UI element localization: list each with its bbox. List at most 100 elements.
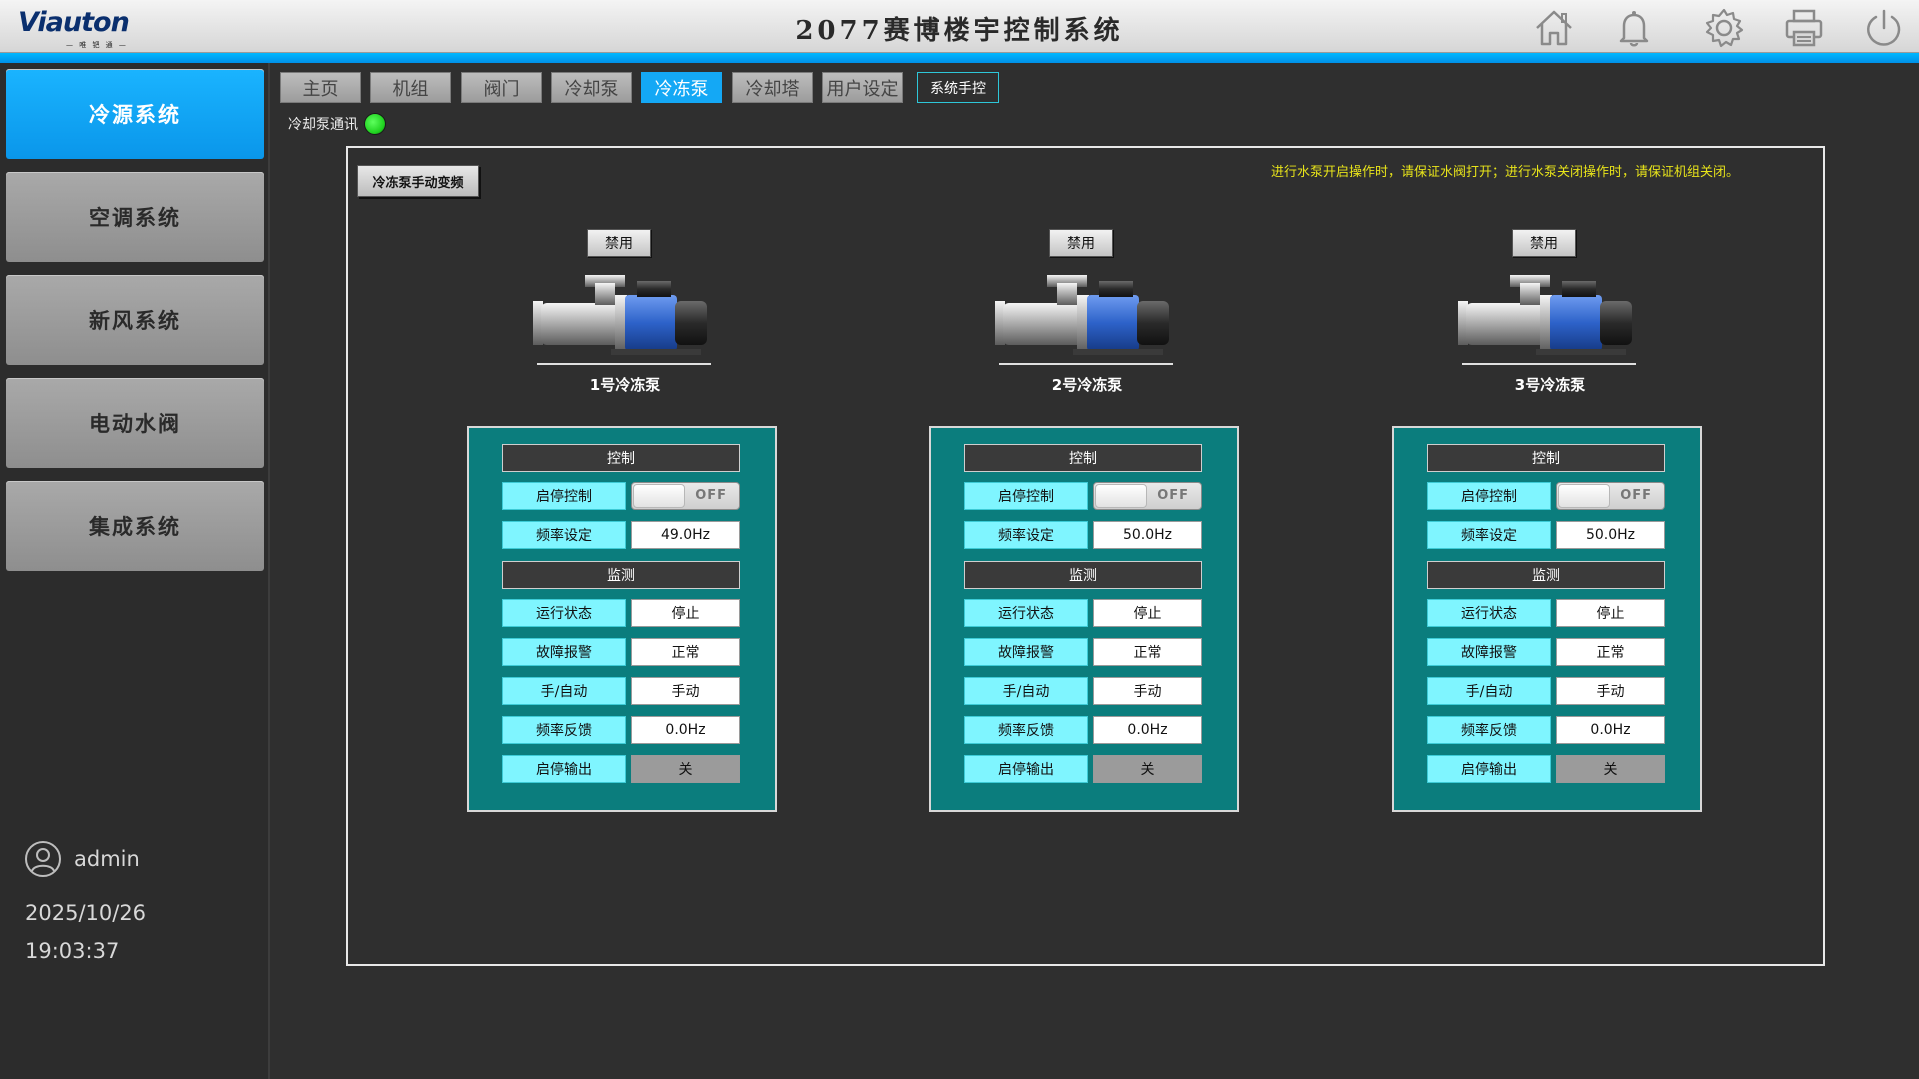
disable-button[interactable]: 禁用 bbox=[587, 229, 651, 257]
tab-cooling-tower[interactable]: 冷却塔 bbox=[732, 72, 813, 103]
pump-icon bbox=[995, 275, 1169, 355]
fault-row: 故障报警 正常 bbox=[502, 638, 740, 666]
current-date: 2025/10/26 bbox=[25, 901, 147, 925]
start-stop-label: 启停控制 bbox=[1427, 482, 1551, 510]
monitor-section-title: 监测 bbox=[1427, 561, 1665, 589]
output-value: 关 bbox=[1093, 755, 1202, 783]
printer-icon[interactable] bbox=[1782, 6, 1826, 50]
tab-system-manual[interactable]: 系统手控 bbox=[917, 72, 999, 103]
mode-row: 手/自动 手动 bbox=[1427, 677, 1665, 705]
disable-button[interactable]: 禁用 bbox=[1049, 229, 1113, 257]
header-accent-stripe bbox=[0, 53, 1919, 63]
output-value: 关 bbox=[631, 755, 740, 783]
run-state-row: 运行状态 停止 bbox=[1427, 599, 1665, 627]
freq-feedback-label: 频率反馈 bbox=[1427, 716, 1551, 744]
mode-row: 手/自动 手动 bbox=[502, 677, 740, 705]
pump-block-1: 禁用 1号冷冻泵 bbox=[525, 227, 745, 402]
freq-set-row: 频率设定 50.0Hz bbox=[964, 521, 1202, 549]
run-state-value: 停止 bbox=[1093, 599, 1202, 627]
pump-panel-3: 控制 启停控制 OFF 频率设定 50.0Hz 监测 运行状态 停止 故障报警 … bbox=[1392, 426, 1702, 812]
start-stop-toggle[interactable]: OFF bbox=[1556, 482, 1665, 510]
sidebar-item-electric-valve[interactable]: 电动水阀 bbox=[6, 378, 264, 468]
pump-name: 1号冷冻泵 bbox=[589, 376, 661, 394]
header-bar: Viauton — 唯 钯 通 — 2077赛博楼宇控制系统 bbox=[0, 0, 1919, 53]
monitor-section-title: 监测 bbox=[502, 561, 740, 589]
start-stop-row: 启停控制 OFF bbox=[1427, 482, 1665, 510]
freq-set-row: 频率设定 49.0Hz bbox=[502, 521, 740, 549]
freq-set-input[interactable]: 49.0Hz bbox=[631, 521, 740, 549]
freq-feedback-label: 频率反馈 bbox=[964, 716, 1088, 744]
run-state-label: 运行状态 bbox=[502, 599, 626, 627]
tab-chiller-unit[interactable]: 机组 bbox=[370, 72, 451, 103]
toggle-state: OFF bbox=[1157, 488, 1189, 503]
toggle-knob bbox=[1095, 484, 1147, 508]
fault-value: 正常 bbox=[1093, 638, 1202, 666]
operation-notice: 进行水泵开启操作时，请保证水阀打开；进行水泵关闭操作时，请保证机组关闭。 bbox=[1271, 165, 1740, 180]
mode-label: 手/自动 bbox=[502, 677, 626, 705]
run-state-label: 运行状态 bbox=[964, 599, 1088, 627]
tab-user-settings[interactable]: 用户设定 bbox=[822, 72, 903, 103]
sidebar-item-air-conditioning[interactable]: 空调系统 bbox=[6, 172, 264, 262]
pump-icon bbox=[533, 275, 707, 355]
start-stop-toggle[interactable]: OFF bbox=[631, 482, 740, 510]
current-time: 19:03:37 bbox=[25, 939, 120, 963]
fault-label: 故障报警 bbox=[502, 638, 626, 666]
control-section-title: 控制 bbox=[1427, 444, 1665, 472]
bell-icon[interactable] bbox=[1612, 6, 1656, 50]
toggle-knob bbox=[1558, 484, 1610, 508]
user-info: admin bbox=[24, 840, 140, 878]
freq-set-label: 频率设定 bbox=[502, 521, 626, 549]
gear-icon[interactable] bbox=[1702, 6, 1746, 50]
run-state-row: 运行状态 停止 bbox=[964, 599, 1202, 627]
output-value: 关 bbox=[1556, 755, 1665, 783]
pump-name: 2号冷冻泵 bbox=[1051, 376, 1123, 394]
control-section-title: 控制 bbox=[964, 444, 1202, 472]
mode-value: 手动 bbox=[1556, 677, 1665, 705]
output-label: 启停输出 bbox=[502, 755, 626, 783]
pump-baseline bbox=[537, 363, 711, 365]
sidebar-item-cold-source[interactable]: 冷源系统 bbox=[6, 69, 264, 159]
disable-button[interactable]: 禁用 bbox=[1512, 229, 1576, 257]
sidebar-item-integrated[interactable]: 集成系统 bbox=[6, 481, 264, 571]
pump-block-3: 禁用 3号冷冻泵 bbox=[1450, 227, 1670, 402]
start-stop-row: 启停控制 OFF bbox=[502, 482, 740, 510]
home-icon[interactable] bbox=[1532, 6, 1576, 50]
mode-row: 手/自动 手动 bbox=[964, 677, 1202, 705]
tab-cooling-pump[interactable]: 冷却泵 bbox=[551, 72, 632, 103]
mode-label: 手/自动 bbox=[964, 677, 1088, 705]
run-state-label: 运行状态 bbox=[1427, 599, 1551, 627]
run-state-value: 停止 bbox=[631, 599, 740, 627]
freq-feedback-row: 频率反馈 0.0Hz bbox=[502, 716, 740, 744]
control-section-title: 控制 bbox=[502, 444, 740, 472]
comm-label: 冷却泵通讯 bbox=[288, 117, 358, 133]
fault-label: 故障报警 bbox=[1427, 638, 1551, 666]
sidebar-item-fresh-air[interactable]: 新风系统 bbox=[6, 275, 264, 365]
freq-set-row: 频率设定 50.0Hz bbox=[1427, 521, 1665, 549]
run-state-row: 运行状态 停止 bbox=[502, 599, 740, 627]
manual-freq-button[interactable]: 冷冻泵手动变频 bbox=[357, 165, 479, 197]
start-stop-toggle[interactable]: OFF bbox=[1093, 482, 1202, 510]
monitor-section-title: 监测 bbox=[964, 561, 1202, 589]
pump-panel-2: 控制 启停控制 OFF 频率设定 50.0Hz 监测 运行状态 停止 故障报警 … bbox=[929, 426, 1239, 812]
power-icon[interactable] bbox=[1862, 6, 1906, 50]
mode-value: 手动 bbox=[631, 677, 740, 705]
sidebar: 冷源系统 空调系统 新风系统 电动水阀 集成系统 admin 2025/10/2… bbox=[0, 63, 270, 1079]
start-stop-label: 启停控制 bbox=[964, 482, 1088, 510]
comm-status: 冷却泵通讯 bbox=[288, 113, 386, 135]
tab-home[interactable]: 主页 bbox=[280, 72, 361, 103]
pump-name: 3号冷冻泵 bbox=[1514, 376, 1586, 394]
freq-feedback-label: 频率反馈 bbox=[502, 716, 626, 744]
freq-set-label: 频率设定 bbox=[964, 521, 1088, 549]
tab-chilled-pump[interactable]: 冷冻泵 bbox=[641, 72, 722, 103]
freq-feedback-value: 0.0Hz bbox=[1093, 716, 1202, 744]
toggle-knob bbox=[633, 484, 685, 508]
output-row: 启停输出 关 bbox=[964, 755, 1202, 783]
pump-panel-1: 控制 启停控制 OFF 频率设定 49.0Hz 监测 运行状态 停止 故障报警 … bbox=[467, 426, 777, 812]
freq-set-input[interactable]: 50.0Hz bbox=[1556, 521, 1665, 549]
output-row: 启停输出 关 bbox=[502, 755, 740, 783]
mode-label: 手/自动 bbox=[1427, 677, 1551, 705]
output-label: 启停输出 bbox=[964, 755, 1088, 783]
output-row: 启停输出 关 bbox=[1427, 755, 1665, 783]
tab-valve[interactable]: 阀门 bbox=[461, 72, 542, 103]
freq-set-input[interactable]: 50.0Hz bbox=[1093, 521, 1202, 549]
